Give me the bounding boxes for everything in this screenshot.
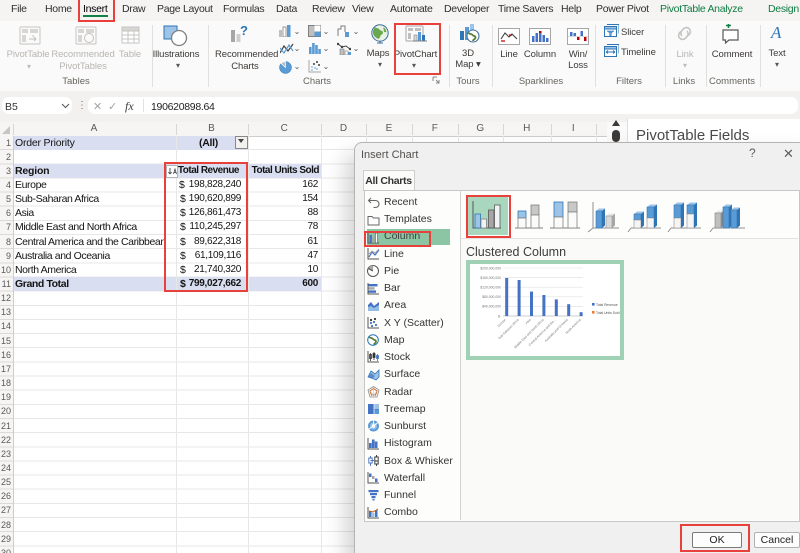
svg-text:A: A [770, 23, 782, 41]
svg-text:Europe: Europe [497, 318, 507, 328]
svg-text:?: ? [240, 25, 248, 38]
svg-text:Total Revenue: Total Revenue [596, 303, 618, 307]
svg-text:Total Units Sold: Total Units Sold [596, 311, 620, 315]
svg-text:$-: $- [498, 314, 501, 318]
svg-text:$80,000,000: $80,000,000 [482, 295, 501, 299]
svg-text:$40,000,000: $40,000,000 [482, 305, 501, 309]
svg-text:$120,000,000: $120,000,000 [480, 286, 501, 290]
svg-text:Asia: Asia [524, 318, 531, 325]
svg-text:$160,000,000: $160,000,000 [480, 276, 501, 280]
svg-text:$200,000,000: $200,000,000 [480, 266, 501, 270]
